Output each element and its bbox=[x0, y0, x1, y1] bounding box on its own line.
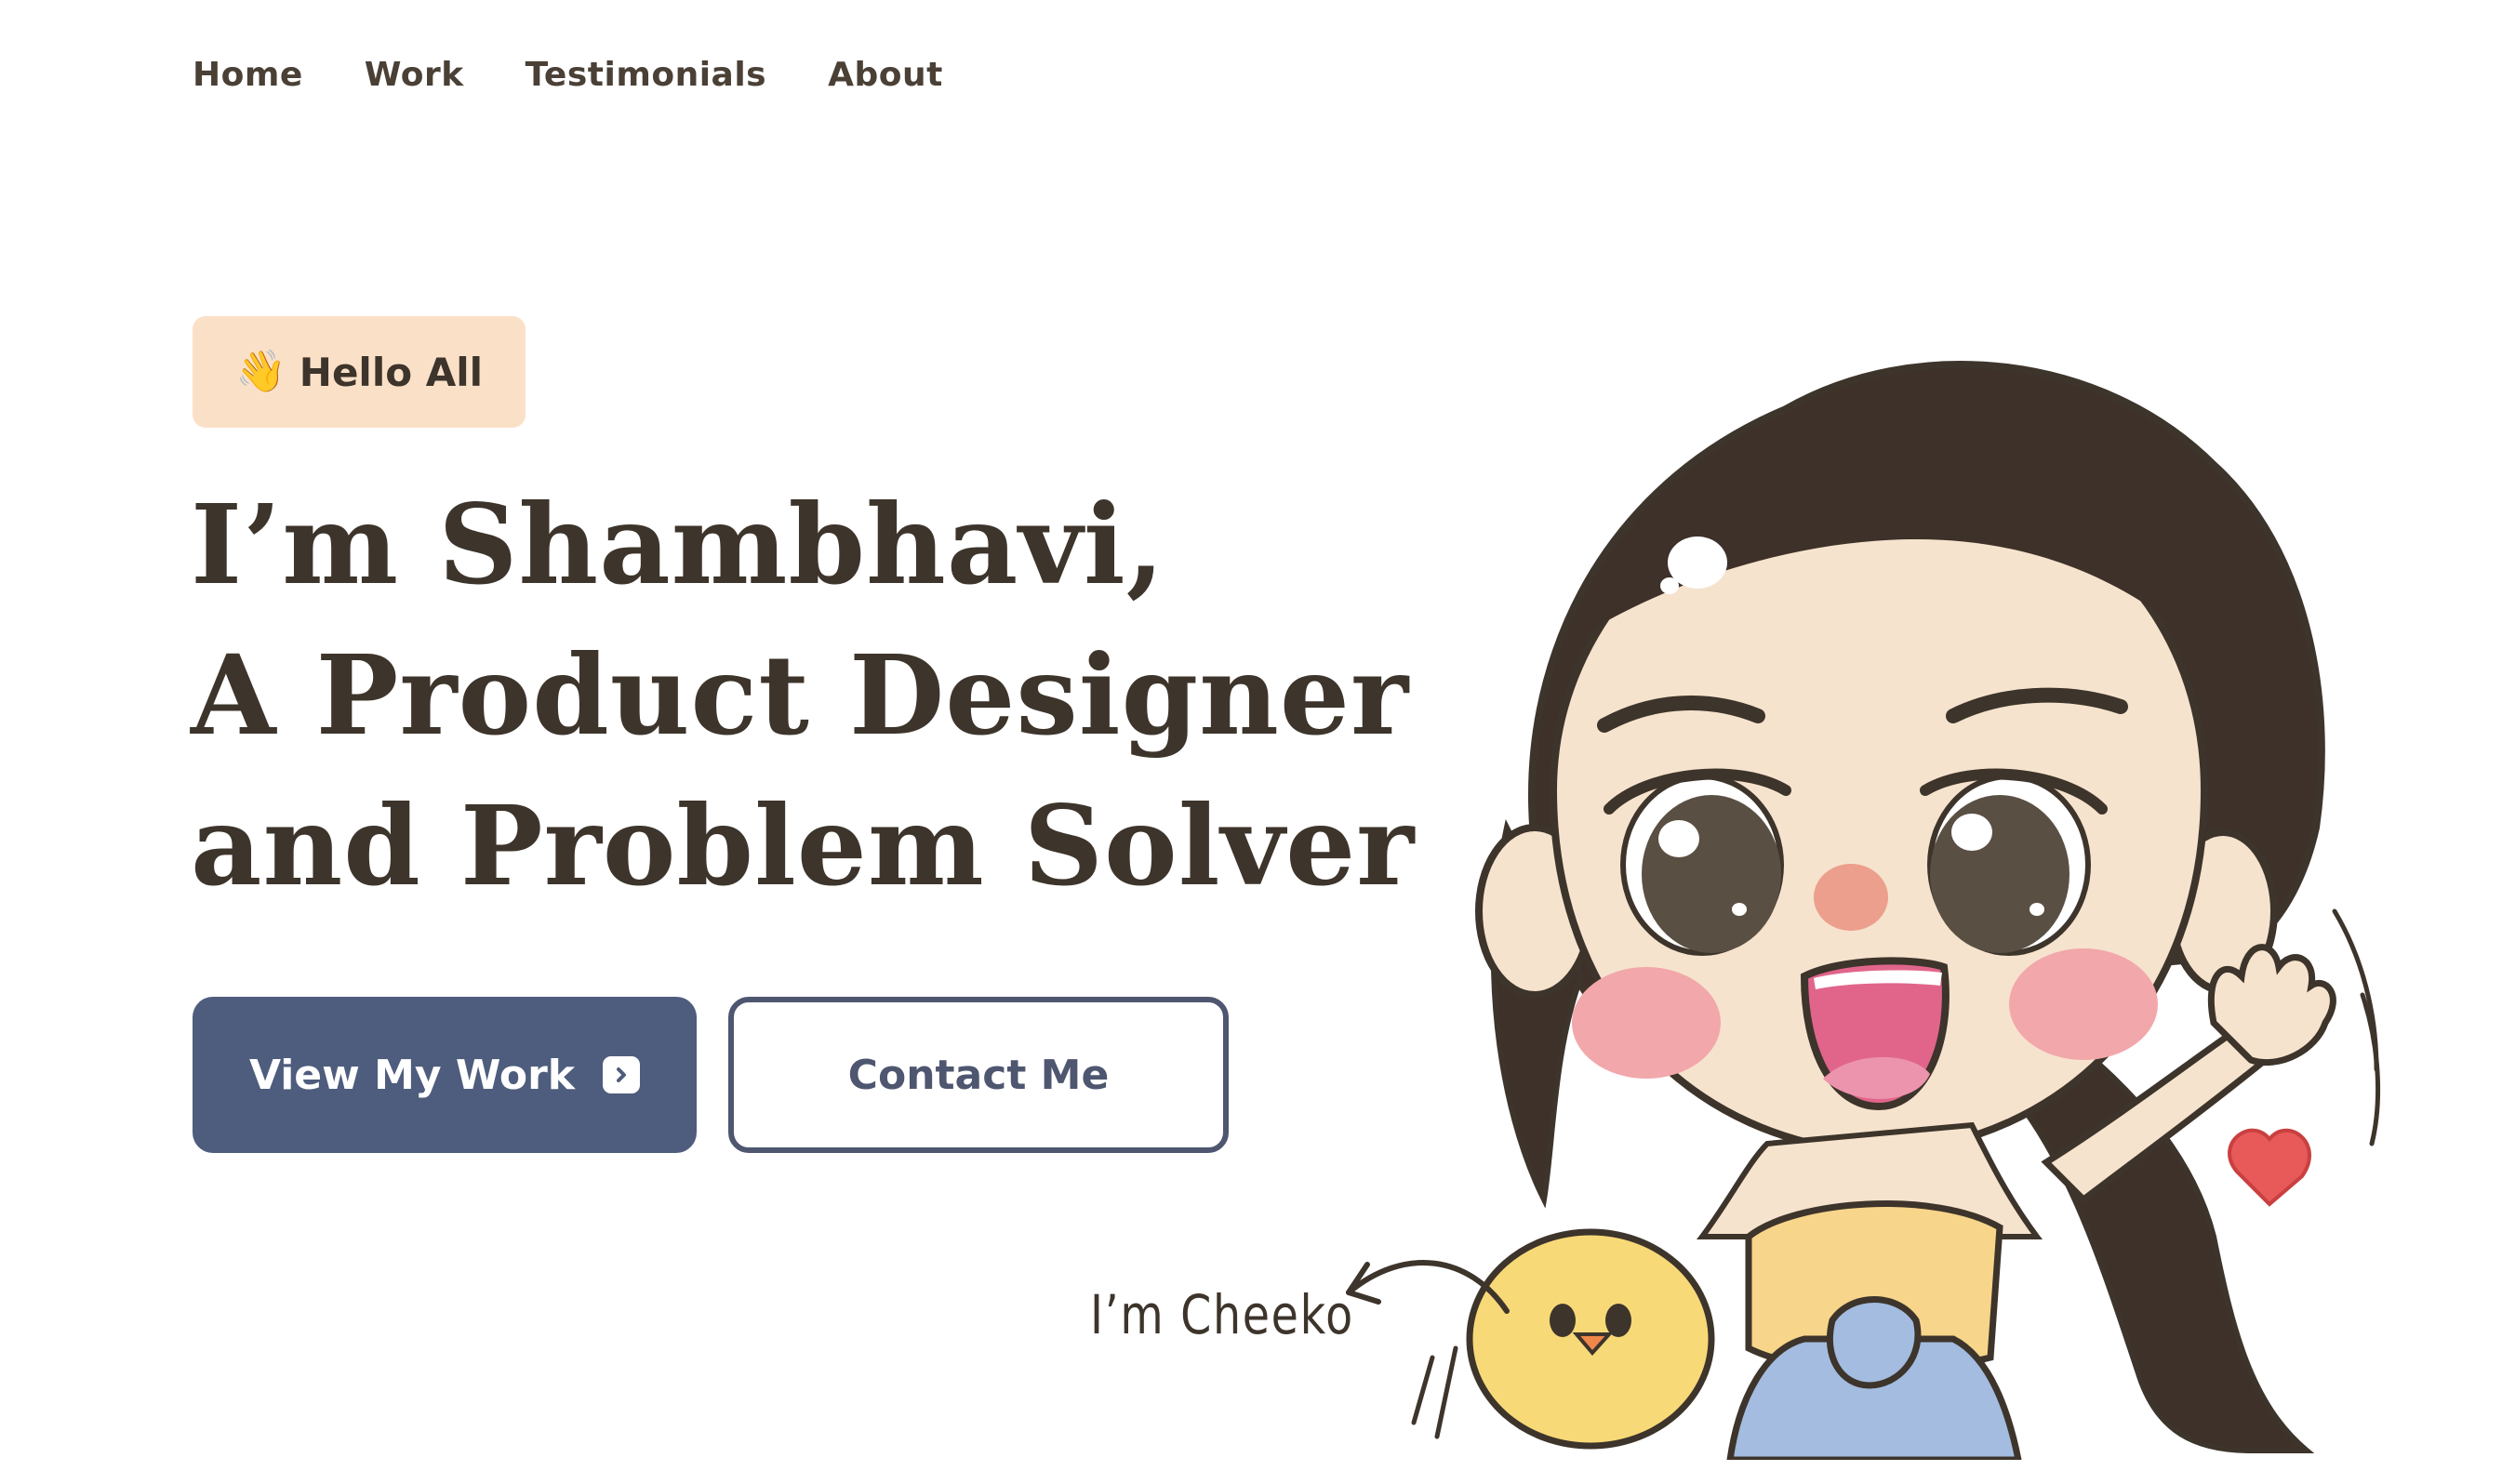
mascot-caption: I’m Cheeko bbox=[1090, 1283, 1354, 1346]
hello-badge: 👋 Hello All bbox=[193, 316, 526, 428]
top-nav: Home Work Testimonials About bbox=[193, 56, 943, 94]
nav-item-work[interactable]: Work bbox=[365, 56, 464, 94]
chevron-right-icon bbox=[603, 1056, 641, 1093]
contact-me-label: Contact Me bbox=[847, 1051, 1110, 1099]
nav-item-testimonials[interactable]: Testimonials bbox=[526, 56, 766, 94]
contact-me-button[interactable]: Contact Me bbox=[728, 997, 1229, 1153]
waving-hand-icon: 👋 bbox=[235, 349, 286, 394]
headline-line-1: I’m Shambhavi, bbox=[191, 480, 1165, 609]
headline-line-3: and Problem Solver bbox=[191, 781, 1416, 910]
badge-label: Hello All bbox=[299, 349, 483, 395]
hero-headline: I’m Shambhavi, A Product Designer and Pr… bbox=[191, 470, 1415, 921]
nav-item-home[interactable]: Home bbox=[193, 56, 303, 94]
curved-arrow-icon bbox=[1346, 1260, 1510, 1314]
view-my-work-button[interactable]: View My Work bbox=[193, 997, 697, 1153]
avatar-illustration bbox=[1411, 361, 2381, 1460]
nav-item-about[interactable]: About bbox=[828, 56, 943, 94]
headline-line-2: A Product Designer bbox=[191, 630, 1410, 760]
view-my-work-label: View My Work bbox=[248, 1051, 576, 1099]
